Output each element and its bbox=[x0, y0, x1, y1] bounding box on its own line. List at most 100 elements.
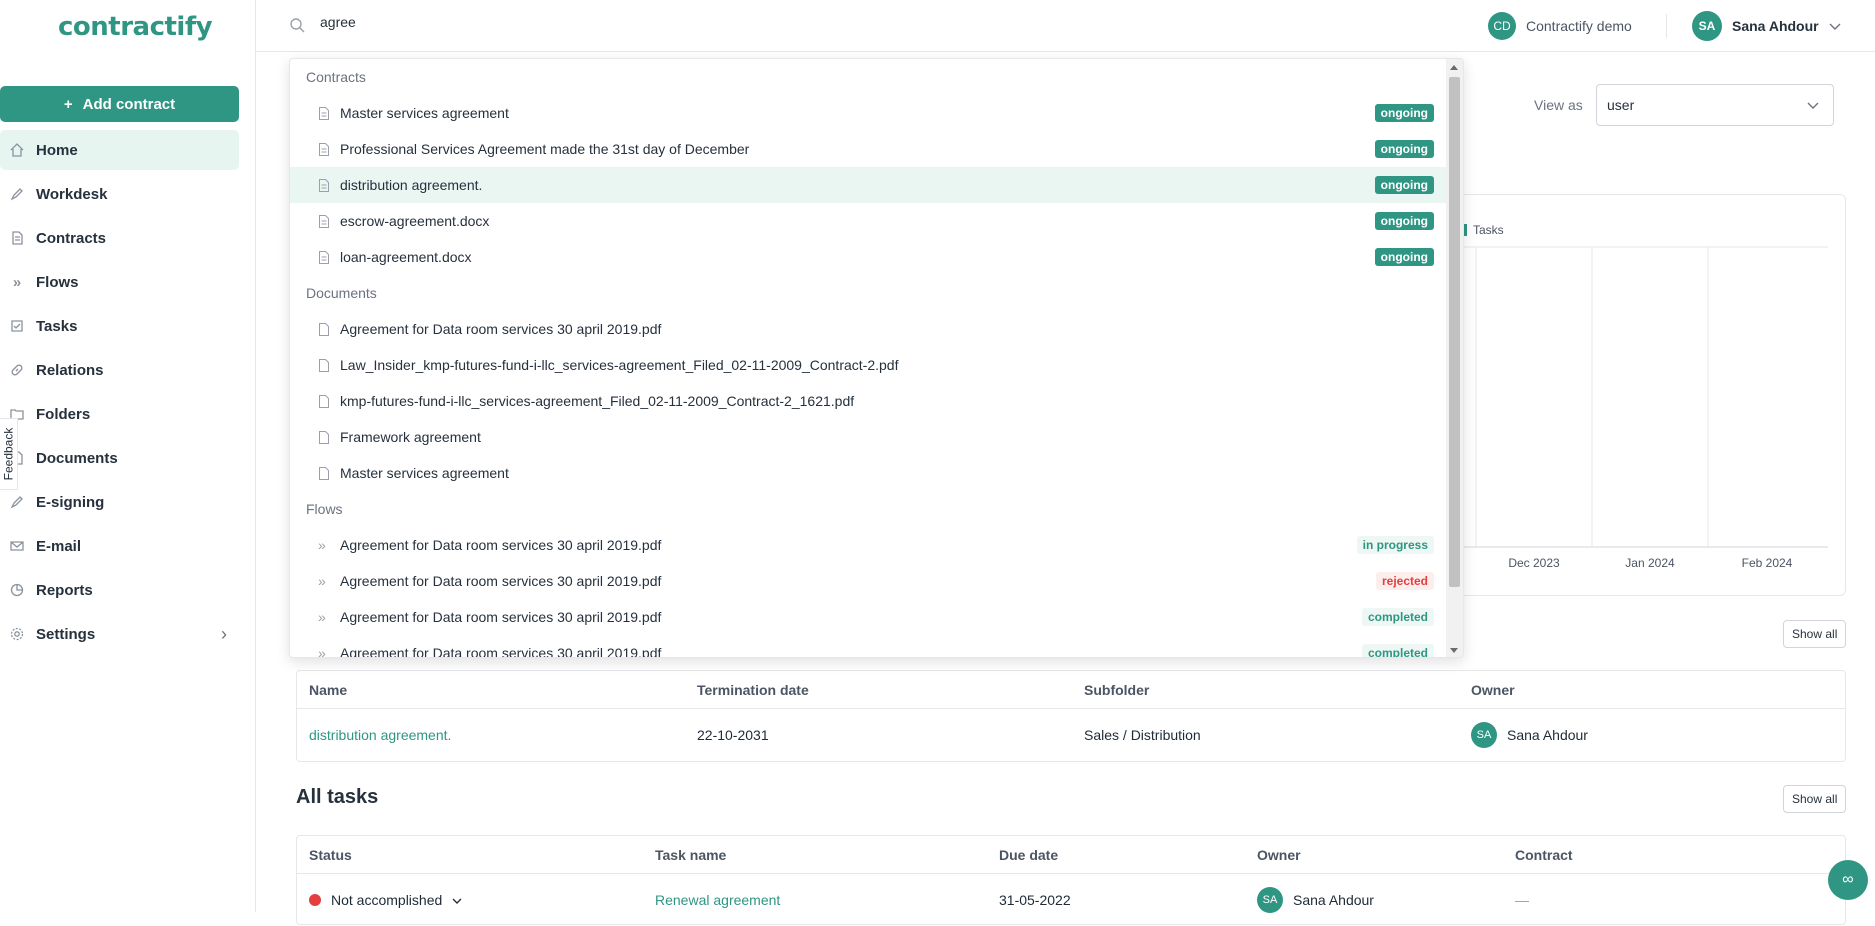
view-as-select[interactable]: user bbox=[1596, 84, 1834, 126]
result-name: Agreement for Data room services 30 apri… bbox=[340, 321, 662, 337]
scroll-down-arrow[interactable] bbox=[1450, 648, 1458, 653]
user-menu[interactable]: SA Sana Ahdour bbox=[1692, 11, 1841, 41]
status-badge: in progress bbox=[1356, 536, 1434, 554]
task-status-dropdown[interactable]: Not accomplished bbox=[297, 892, 643, 908]
sidebar-item-label: E-signing bbox=[36, 493, 105, 511]
contracts-table: Name Termination date Subfolder Owner di… bbox=[296, 670, 1846, 762]
sidebar-item-home[interactable]: Home bbox=[0, 130, 239, 170]
app-logo[interactable]: contractify bbox=[58, 12, 213, 42]
sidebar-item-tasks[interactable]: Tasks bbox=[0, 306, 239, 346]
user-avatar: SA bbox=[1692, 11, 1722, 41]
sidebar-item-settings[interactable]: Settings › bbox=[0, 614, 239, 654]
table-header-row: Status Task name Due date Owner Contract bbox=[297, 836, 1845, 874]
result-name: distribution agreement. bbox=[340, 177, 483, 193]
table-row[interactable]: distribution agreement. 22-10-2031 Sales… bbox=[297, 709, 1845, 761]
divider bbox=[1666, 14, 1667, 38]
double-chevron-icon: » bbox=[318, 573, 326, 589]
search-result-contract[interactable]: escrow-agreement.docx ongoing bbox=[290, 203, 1448, 239]
status-badge: ongoing bbox=[1374, 140, 1434, 158]
column-header: Due date bbox=[999, 846, 1059, 863]
show-all-contracts-button[interactable]: Show all bbox=[1783, 620, 1847, 648]
search-icon bbox=[289, 17, 305, 38]
result-name: Master services agreement bbox=[340, 105, 509, 121]
search-result-document[interactable]: Law_Insider_kmp-futures-fund-i-llc_servi… bbox=[290, 347, 1448, 383]
x-tick-label: Jan 2024 bbox=[1625, 556, 1675, 570]
result-name: Professional Services Agreement made the… bbox=[340, 141, 750, 157]
column-header: Owner bbox=[1257, 846, 1301, 863]
section-title-all-tasks: All tasks bbox=[296, 786, 379, 808]
scroll-thumb[interactable] bbox=[1449, 77, 1460, 587]
document-icon bbox=[8, 229, 26, 247]
search-result-document[interactable]: Master services agreement bbox=[290, 455, 1448, 491]
task-name-link[interactable]: Renewal agreement bbox=[655, 892, 780, 908]
avatar: SA bbox=[1257, 887, 1283, 913]
sidebar-item-e-signing[interactable]: E-signing bbox=[0, 482, 239, 522]
search-result-document[interactable]: kmp-futures-fund-i-llc_services-agreemen… bbox=[290, 383, 1448, 419]
search-input[interactable] bbox=[320, 14, 820, 30]
gear-icon bbox=[8, 625, 26, 643]
document-icon bbox=[318, 250, 332, 264]
double-chevron-icon: » bbox=[12, 273, 22, 291]
result-name: Master services agreement bbox=[340, 465, 509, 481]
topbar: CD Contractify demo SA Sana Ahdour bbox=[256, 0, 1875, 52]
sidebar-item-label: E-mail bbox=[36, 537, 82, 555]
sidebar-item-reports[interactable]: Reports bbox=[0, 570, 239, 610]
search-result-contract[interactable]: Master services agreement ongoing bbox=[290, 95, 1448, 131]
avatar: SA bbox=[1471, 722, 1497, 748]
view-as-label: View as bbox=[1534, 97, 1583, 113]
pie-chart-icon bbox=[8, 581, 26, 599]
sidebar-item-folders[interactable]: Folders bbox=[0, 394, 239, 434]
help-chat-button[interactable]: ∞ bbox=[1828, 860, 1868, 900]
search-result-document[interactable]: Framework agreement bbox=[290, 419, 1448, 455]
search-result-flow[interactable]: » Agreement for Data room services 30 ap… bbox=[290, 635, 1448, 657]
search-result-flow[interactable]: » Agreement for Data room services 30 ap… bbox=[290, 563, 1448, 599]
feedback-label: Feedback bbox=[1, 427, 16, 481]
search-result-contract[interactable]: Professional Services Agreement made the… bbox=[290, 131, 1448, 167]
user-name: Sana Ahdour bbox=[1732, 18, 1819, 34]
search-result-document[interactable]: Agreement for Data room services 30 apri… bbox=[290, 311, 1448, 347]
sidebar-item-label: Home bbox=[36, 141, 78, 159]
document-icon bbox=[318, 142, 332, 156]
legend-swatch bbox=[1464, 224, 1467, 236]
dropdown-scrollbar[interactable] bbox=[1446, 59, 1463, 657]
owner-name: Sana Ahdour bbox=[1293, 892, 1374, 908]
organization-switcher[interactable]: CD Contractify demo bbox=[1488, 12, 1632, 40]
sidebar-item-flows[interactable]: » Flows bbox=[0, 262, 239, 302]
chevron-down-icon bbox=[452, 892, 462, 908]
column-header: Subfolder bbox=[1084, 681, 1150, 698]
file-icon bbox=[318, 430, 332, 444]
group-label-contracts: Contracts bbox=[306, 69, 366, 85]
signature-icon bbox=[8, 493, 26, 511]
show-all-tasks-button[interactable]: Show all bbox=[1783, 785, 1847, 813]
status-badge: ongoing bbox=[1374, 248, 1434, 266]
sidebar-item-e-mail[interactable]: E-mail bbox=[0, 526, 239, 566]
sidebar-item-relations[interactable]: Relations bbox=[0, 350, 239, 390]
sidebar-item-label: Contracts bbox=[36, 229, 107, 247]
org-name: Contractify demo bbox=[1526, 18, 1632, 34]
sidebar-item-contracts[interactable]: Contracts bbox=[0, 218, 239, 258]
feedback-tab[interactable]: Feedback bbox=[0, 418, 18, 490]
add-contract-button[interactable]: + Add contract bbox=[0, 86, 239, 122]
double-chevron-icon: » bbox=[318, 609, 326, 625]
search-result-flow[interactable]: » Agreement for Data room services 30 ap… bbox=[290, 527, 1448, 563]
table-row[interactable]: Not accomplished Renewal agreement 31-05… bbox=[297, 874, 1845, 926]
sidebar-item-label: Reports bbox=[36, 581, 93, 599]
column-header: Status bbox=[309, 846, 352, 863]
task-status: Not accomplished bbox=[331, 892, 443, 908]
chevron-down-icon bbox=[1807, 97, 1819, 113]
scroll-up-arrow[interactable] bbox=[1450, 65, 1458, 70]
search-result-contract[interactable]: loan-agreement.docx ongoing bbox=[290, 239, 1448, 275]
column-header: Termination date bbox=[697, 681, 809, 698]
contract-name-link[interactable]: distribution agreement. bbox=[309, 727, 451, 743]
search-result-contract[interactable]: distribution agreement. ongoing bbox=[290, 167, 1448, 203]
document-icon bbox=[318, 106, 332, 120]
column-header: Task name bbox=[655, 846, 727, 863]
sidebar-item-workdesk[interactable]: Workdesk bbox=[0, 174, 239, 214]
search-result-flow[interactable]: » Agreement for Data room services 30 ap… bbox=[290, 599, 1448, 635]
sidebar-item-documents[interactable]: Documents bbox=[0, 438, 239, 478]
column-header: Contract bbox=[1515, 846, 1573, 863]
search-results-dropdown: Contracts Master services agreement ongo… bbox=[289, 58, 1464, 658]
document-icon bbox=[318, 178, 332, 192]
sidebar-item-label: Documents bbox=[36, 449, 118, 467]
termination-date: 22-10-2031 bbox=[697, 727, 769, 743]
